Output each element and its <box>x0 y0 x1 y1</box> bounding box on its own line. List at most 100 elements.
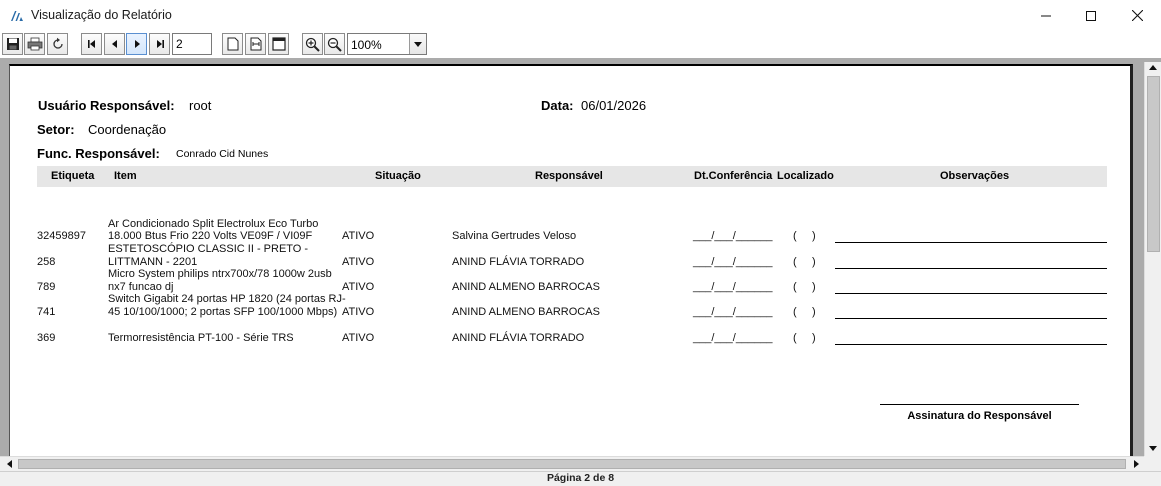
next-page-button[interactable] <box>126 33 147 55</box>
observacoes-line <box>835 344 1107 345</box>
signature-label: Assinatura do Responsável <box>907 410 1052 422</box>
localizado-cell: ( ) <box>793 281 816 293</box>
data-label: Data: <box>541 98 574 113</box>
dt-conferencia-cell: ___/___/______ <box>693 332 773 344</box>
page-width-button[interactable] <box>245 33 266 55</box>
item-cell: 18.000 Btus Frio 220 Volts VE09F / VI09F <box>108 230 313 242</box>
two-pages-icon <box>271 37 286 51</box>
item-cell: LITTMANN - 2201 <box>108 256 198 268</box>
first-page-icon <box>87 40 95 48</box>
func-label: Func. Responsável: <box>37 146 160 161</box>
first-page-button[interactable] <box>81 33 102 55</box>
refresh-icon <box>52 37 63 49</box>
func-value: Conrado Cid Nunes <box>176 148 269 160</box>
etiqueta-cell: 369 <box>37 332 56 344</box>
page-number-input[interactable] <box>172 33 212 55</box>
column-header: Observações <box>940 170 1010 182</box>
item-cell: Micro System philips ntrx700x/78 1000w 2… <box>108 268 332 280</box>
dt-conferencia-cell: ___/___/______ <box>693 256 773 268</box>
horizontal-scroll-thumb[interactable] <box>18 459 1126 469</box>
usuario-label: Usuário Responsável: <box>38 98 175 113</box>
close-button[interactable] <box>1114 0 1160 31</box>
zoom-out-icon <box>327 37 342 52</box>
zoom-select[interactable]: 100% <box>347 33 427 55</box>
localizado-cell: ( ) <box>793 256 816 268</box>
table-header: Etiqueta Item Situação Responsável Dt.Co… <box>37 166 1107 187</box>
status-bar: Página 2 de 8 <box>0 471 1161 486</box>
etiqueta-cell: 789 <box>37 281 56 293</box>
scroll-left-arrow-icon[interactable] <box>1 457 17 471</box>
localizado-cell: ( ) <box>793 306 816 318</box>
column-header: Etiqueta <box>51 170 95 182</box>
zoom-in-button[interactable] <box>302 33 323 55</box>
responsavel-cell: ANIND ALMENO BARROCAS <box>452 306 600 318</box>
situacao-cell: ATIVO <box>342 281 375 293</box>
setor-value: Coordenação <box>88 122 167 137</box>
situacao-cell: ATIVO <box>342 332 375 344</box>
etiqueta-cell: 258 <box>37 256 56 268</box>
responsavel-cell: ANIND ALMENO BARROCAS <box>452 281 600 293</box>
setor-label: Setor: <box>37 122 75 137</box>
page-indicator: Página 2 de 8 <box>546 472 615 484</box>
responsavel-cell: ANIND FLÁVIA TORRADO <box>452 256 585 268</box>
column-header: Responsável <box>535 170 603 182</box>
single-page-icon <box>227 37 238 51</box>
scroll-right-arrow-icon[interactable] <box>1128 457 1144 471</box>
localizado-cell: ( ) <box>793 230 816 242</box>
responsavel-cell: ANIND FLÁVIA TORRADO <box>452 332 585 344</box>
single-page-button[interactable] <box>222 33 243 55</box>
save-icon <box>6 38 19 50</box>
dt-conferencia-cell: ___/___/______ <box>693 230 773 242</box>
column-header: Dt.Conferência <box>694 170 773 182</box>
close-icon <box>1131 10 1143 21</box>
print-button[interactable] <box>24 33 45 55</box>
situacao-cell: ATIVO <box>342 306 375 318</box>
previous-page-button[interactable] <box>104 33 125 55</box>
zoom-in-icon <box>305 37 320 52</box>
vertical-scroll-thumb[interactable] <box>1147 76 1160 252</box>
last-page-icon <box>156 40 164 48</box>
maximize-button[interactable] <box>1068 0 1114 31</box>
maximize-icon <box>1086 10 1096 21</box>
dt-conferencia-cell: ___/___/______ <box>693 281 773 293</box>
report-page: Usuário Responsável: root Data: 06/01/20… <box>9 64 1133 456</box>
window-title: Visualização do Relatório <box>31 8 172 22</box>
zoom-value: 100% <box>351 38 382 52</box>
item-cell: 45 10/100/1000; 2 portas SFP 100/1000 Mb… <box>108 306 338 318</box>
column-header: Item <box>114 170 137 182</box>
page-width-icon <box>250 37 261 51</box>
dt-conferencia-cell: ___/___/______ <box>693 306 773 318</box>
item-cell: Switch Gigabit 24 portas HP 1820 (24 por… <box>108 293 346 305</box>
scroll-down-arrow-icon[interactable] <box>1145 440 1161 456</box>
chevron-down-icon[interactable] <box>409 34 426 54</box>
report-preview-area[interactable]: Usuário Responsável: root Data: 06/01/20… <box>0 58 1161 471</box>
data-value: 06/01/2026 <box>581 98 647 113</box>
item-cell: nx7 funcao dj <box>108 281 174 293</box>
horizontal-scrollbar[interactable] <box>0 456 1144 471</box>
etiqueta-cell: 32459897 <box>37 230 86 242</box>
minimize-button[interactable] <box>1023 0 1069 31</box>
usuario-value: root <box>189 98 212 113</box>
localizado-cell: ( ) <box>793 332 816 344</box>
item-cell: Ar Condicionado Split Electrolux Eco Tur… <box>108 218 319 230</box>
item-cell: ESTETOSCÓPIO CLASSIC II - PRETO - <box>108 243 309 255</box>
toolbar: 100% <box>0 31 1161 58</box>
column-header: Situação <box>375 170 421 182</box>
scrollbar-corner <box>1144 456 1161 471</box>
next-page-icon <box>134 40 140 48</box>
situacao-cell: ATIVO <box>342 256 375 268</box>
refresh-button[interactable] <box>47 33 68 55</box>
vertical-scrollbar[interactable] <box>1144 62 1161 456</box>
two-pages-button[interactable] <box>268 33 289 55</box>
column-header: Localizado <box>777 170 834 182</box>
app-logo-icon <box>10 9 24 21</box>
scroll-up-arrow-icon[interactable] <box>1145 59 1161 75</box>
save-button[interactable] <box>2 33 23 55</box>
situacao-cell: ATIVO <box>342 230 375 242</box>
observacoes-line <box>835 268 1107 269</box>
zoom-out-button[interactable] <box>324 33 345 55</box>
responsavel-cell: Salvina Gertrudes Veloso <box>452 230 577 242</box>
item-cell: Termorresistência PT-100 - Série TRS <box>108 332 294 344</box>
observacoes-line <box>835 242 1107 243</box>
last-page-button[interactable] <box>149 33 170 55</box>
